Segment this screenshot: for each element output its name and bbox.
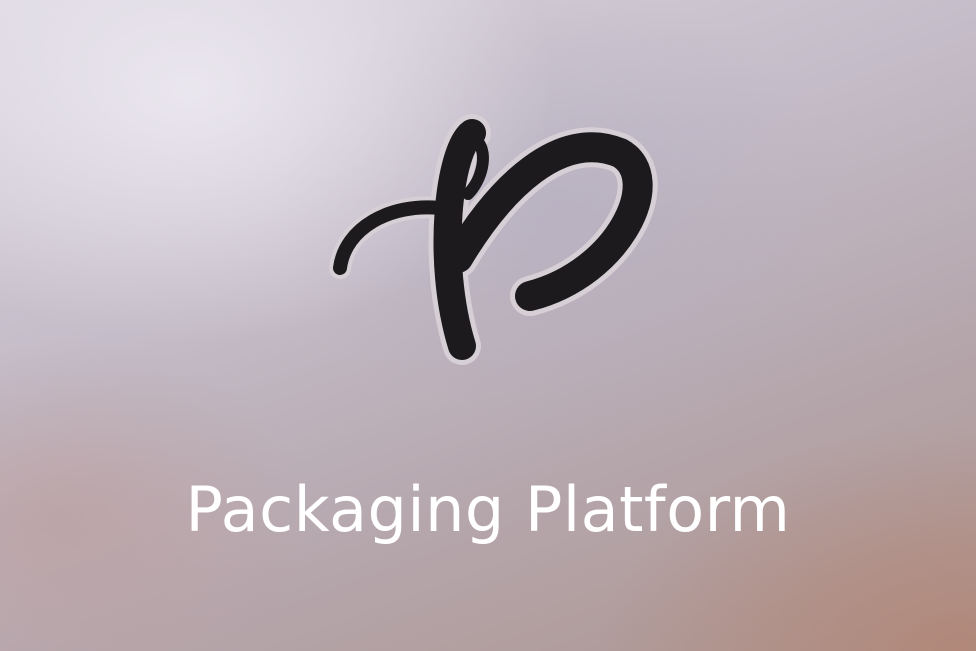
script-letter-p-logo-icon: [320, 114, 660, 368]
brand-title: Packaging Platform: [185, 473, 791, 546]
